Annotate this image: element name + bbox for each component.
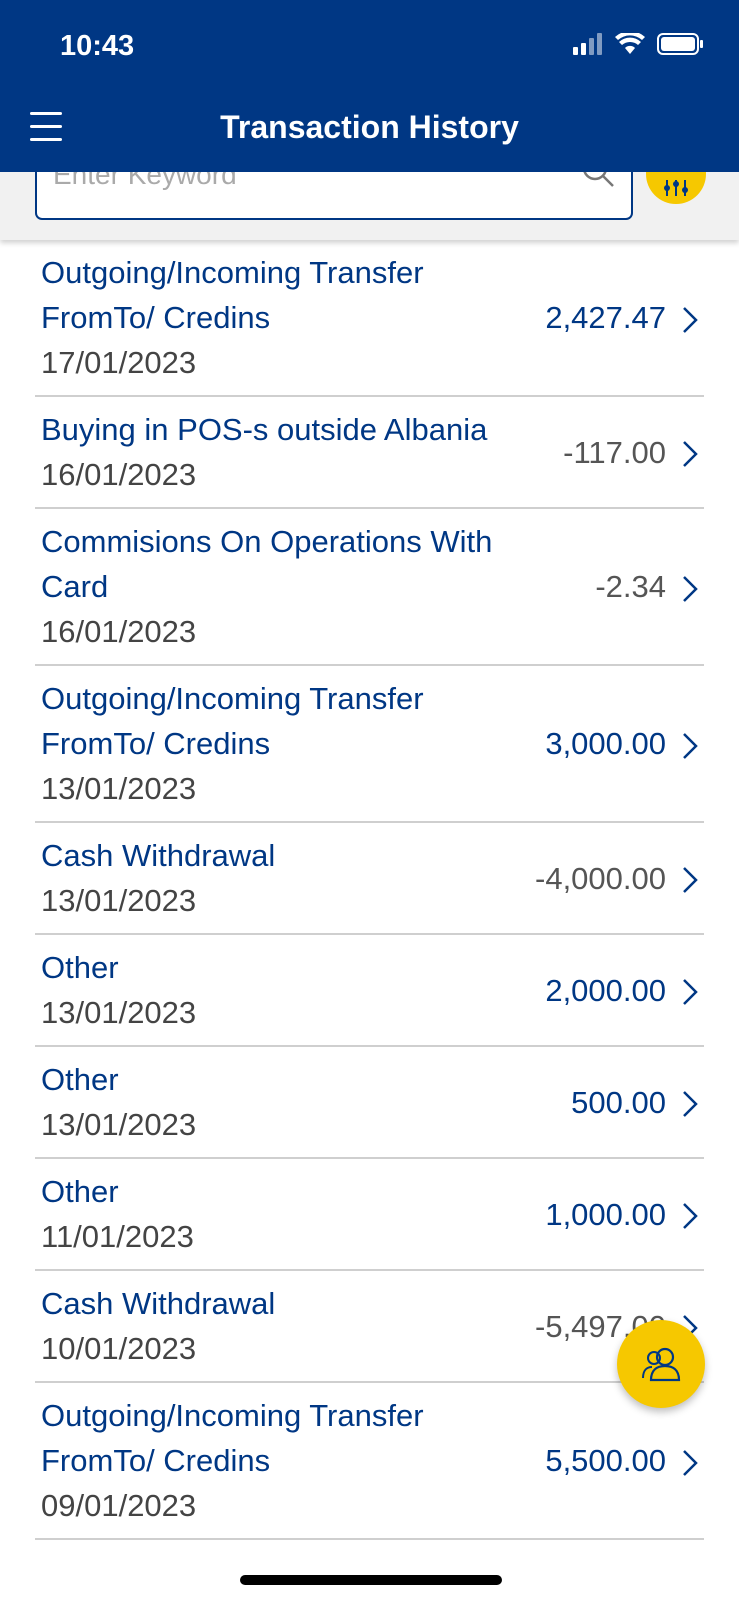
transaction-info: Other 11/01/2023 (41, 1169, 536, 1259)
transaction-info: Cash Withdrawal 13/01/2023 (41, 833, 535, 923)
transaction-row[interactable]: Other 13/01/2023 2,000.00 (35, 935, 704, 1047)
signal-icon (573, 33, 602, 55)
transaction-amount-group: 1,000.00 (545, 1192, 698, 1237)
chevron-right-icon[interactable] (682, 1202, 698, 1230)
transaction-amount: 500.00 (571, 1084, 666, 1120)
transaction-date: 13/01/2023 (41, 771, 197, 806)
chevron-right-icon[interactable] (682, 575, 698, 603)
battery-icon (657, 33, 703, 55)
transaction-description: Cash Withdrawal (41, 838, 276, 873)
transaction-row[interactable]: Commisions On Operations With Card 16/01… (35, 509, 704, 666)
transaction-amount: 1,000.00 (545, 1196, 666, 1232)
transaction-description: Outgoing/Incoming Transfer FromTo/ Credi… (41, 255, 424, 335)
transaction-amount-group: 3,000.00 (545, 721, 698, 766)
transaction-date: 09/01/2023 (41, 1488, 197, 1523)
transaction-date: 10/01/2023 (41, 1331, 197, 1366)
transaction-amount: -2.34 (595, 569, 666, 604)
transaction-date: 16/01/2023 (41, 457, 197, 492)
transaction-amount-group: 500.00 (571, 1080, 698, 1125)
transaction-info: Other 13/01/2023 (41, 945, 536, 1035)
transaction-amount: -4,000.00 (535, 860, 666, 896)
transaction-row[interactable]: Outgoing/Incoming Transfer FromTo/ Credi… (35, 666, 704, 823)
transaction-date: 11/01/2023 (41, 1219, 194, 1254)
status-time: 10:43 (60, 30, 135, 62)
contacts-fab-button[interactable] (617, 1320, 705, 1408)
transaction-description: Other (41, 1174, 119, 1209)
transaction-amount: -117.00 (563, 434, 666, 470)
chevron-right-icon[interactable] (682, 978, 698, 1006)
chevron-right-icon[interactable] (682, 440, 698, 468)
transaction-description: Commisions On Operations With Card (41, 524, 493, 604)
transaction-date: 16/01/2023 (41, 614, 197, 649)
transaction-description: Outgoing/Incoming Transfer FromTo/ Credi… (41, 681, 424, 761)
transaction-amount-group: 2,427.47 (545, 295, 698, 340)
transaction-row[interactable]: Cash Withdrawal 10/01/2023 -5,497.00 (35, 1271, 704, 1383)
transaction-info: Outgoing/Incoming Transfer FromTo/ Credi… (41, 250, 536, 385)
search-icon[interactable] (581, 172, 615, 188)
transaction-description: Cash Withdrawal (41, 1286, 276, 1321)
filter-button[interactable] (646, 172, 706, 204)
wifi-icon (615, 33, 645, 54)
transaction-info: Buying in POS-s outside Albania 16/01/20… (41, 407, 536, 497)
transaction-date: 17/01/2023 (41, 345, 197, 380)
transaction-date: 13/01/2023 (41, 995, 197, 1030)
search-input[interactable] (53, 172, 553, 190)
transaction-info: Other 13/01/2023 (41, 1057, 536, 1147)
transaction-row[interactable]: Other 11/01/2023 1,000.00 (35, 1159, 704, 1271)
transaction-row[interactable]: Buying in POS-s outside Albania 16/01/20… (35, 397, 704, 509)
transaction-description: Other (41, 1062, 119, 1097)
app-header: 10:43 Transaction History (0, 0, 739, 172)
transaction-description: Outgoing/Incoming Transfer FromTo/ Credi… (41, 1398, 424, 1478)
chevron-right-icon[interactable] (682, 306, 698, 334)
search-box[interactable] (35, 172, 633, 220)
chevron-right-icon[interactable] (682, 1449, 698, 1477)
transaction-amount-group: -2.34 (595, 564, 698, 609)
chevron-right-icon[interactable] (682, 1090, 698, 1118)
transaction-amount: 5,500.00 (545, 1443, 666, 1478)
transaction-date: 13/01/2023 (41, 883, 197, 918)
page-title: Transaction History (220, 109, 519, 145)
chevron-right-icon[interactable] (682, 866, 698, 894)
transaction-row[interactable]: Cash Withdrawal 13/01/2023 -4,000.00 (35, 823, 704, 935)
transaction-amount: 2,000.00 (545, 972, 666, 1008)
home-indicator (240, 1575, 502, 1585)
transaction-info: Cash Withdrawal 10/01/2023 (41, 1281, 535, 1371)
transaction-info: Outgoing/Incoming Transfer FromTo/ Credi… (41, 676, 536, 811)
transaction-description: Buying in POS-s outside Albania (41, 412, 488, 447)
transaction-date: 13/01/2023 (41, 1107, 197, 1142)
filter-icon[interactable] (663, 178, 689, 198)
transaction-row[interactable]: Outgoing/Incoming Transfer FromTo/ Credi… (35, 1383, 704, 1540)
transaction-amount: 2,427.47 (545, 300, 666, 335)
transaction-info: Outgoing/Incoming Transfer FromTo/ Credi… (41, 1393, 536, 1528)
transaction-description: Other (41, 950, 119, 985)
transaction-row[interactable]: Outgoing/Incoming Transfer FromTo/ Credi… (35, 240, 704, 397)
people-icon[interactable] (641, 1346, 681, 1382)
transaction-row[interactable]: Other 13/01/2023 500.00 (35, 1047, 704, 1159)
transaction-amount-group: 2,000.00 (545, 968, 698, 1013)
chevron-right-icon[interactable] (682, 732, 698, 760)
transaction-info: Commisions On Operations With Card 16/01… (41, 519, 536, 654)
transaction-amount-group: -117.00 (563, 430, 698, 475)
search-bar (0, 172, 739, 240)
status-icons (573, 33, 703, 55)
transaction-amount-group: 5,500.00 (545, 1438, 698, 1483)
transaction-amount: 3,000.00 (545, 726, 666, 761)
transaction-amount-group: -4,000.00 (535, 856, 698, 901)
